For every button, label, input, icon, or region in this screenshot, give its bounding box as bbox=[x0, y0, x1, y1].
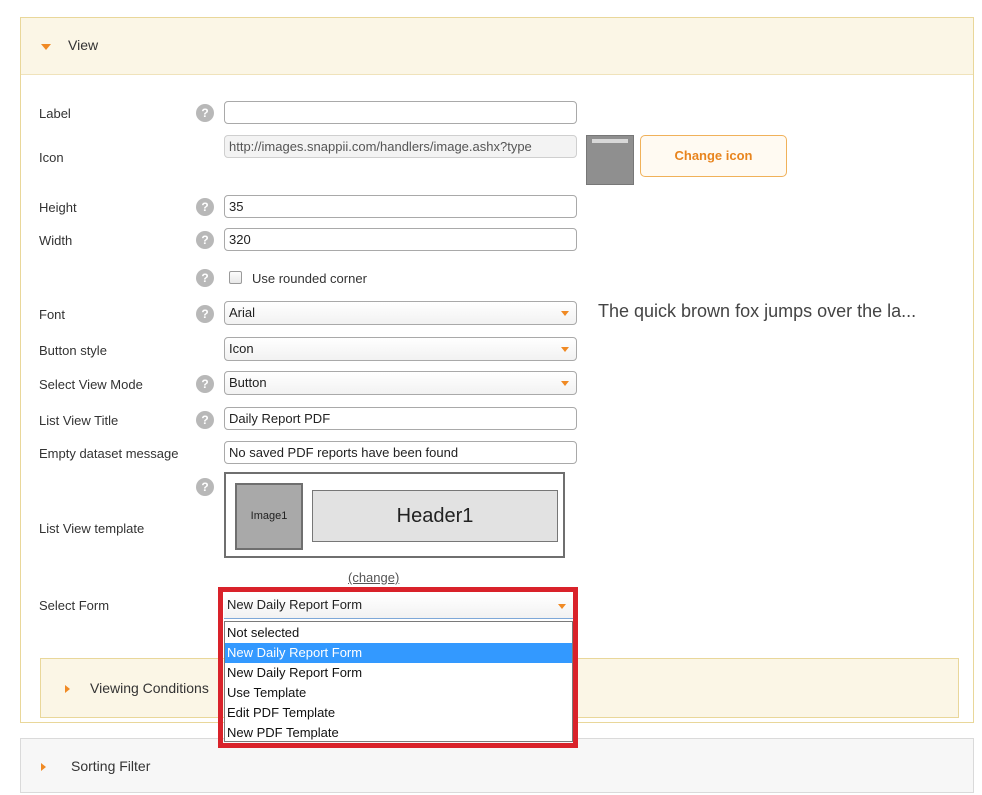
help-icon[interactable]: ? bbox=[196, 375, 214, 393]
sorting-filter-title: Sorting Filter bbox=[71, 758, 151, 774]
help-icon[interactable]: ? bbox=[196, 411, 214, 429]
chevron-right-icon bbox=[65, 685, 70, 693]
font-select-value: Arial bbox=[229, 305, 256, 320]
view-mode-select-value: Button bbox=[229, 375, 267, 390]
help-icon[interactable]: ? bbox=[196, 305, 214, 323]
list-view-title-input[interactable]: Daily Report PDF bbox=[224, 407, 577, 430]
label-field-label: Label bbox=[39, 106, 71, 121]
view-section-header[interactable]: View bbox=[21, 18, 973, 75]
view-mode-field-label: Select View Mode bbox=[39, 377, 143, 392]
chevron-down-icon bbox=[41, 44, 51, 50]
help-icon[interactable]: ? bbox=[196, 231, 214, 249]
label-input[interactable] bbox=[224, 101, 577, 124]
button-style-select[interactable]: Icon bbox=[224, 337, 577, 361]
list-view-template-field-label: List View template bbox=[39, 521, 145, 536]
change-template-link[interactable]: (change) bbox=[348, 570, 399, 585]
help-icon[interactable]: ? bbox=[196, 198, 214, 216]
change-icon-button[interactable]: Change icon bbox=[640, 135, 787, 177]
list-view-template-preview[interactable]: Image1 Header1 bbox=[224, 472, 565, 558]
font-preview-text: The quick brown fox jumps over the la... bbox=[598, 301, 917, 321]
view-section-title: View bbox=[68, 37, 99, 53]
highlight-frame bbox=[218, 587, 578, 748]
height-input[interactable]: 35 bbox=[224, 195, 577, 218]
icon-url-input[interactable]: http://images.snappii.com/handlers/image… bbox=[224, 135, 577, 158]
empty-dataset-field-label: Empty dataset message bbox=[39, 446, 179, 461]
height-field-label: Height bbox=[39, 200, 77, 215]
empty-dataset-input[interactable]: No saved PDF reports have been found bbox=[224, 441, 577, 464]
rounded-corner-label: Use rounded corner bbox=[252, 271, 367, 286]
chevron-down-icon bbox=[561, 347, 569, 352]
help-icon[interactable]: ? bbox=[196, 104, 214, 122]
viewing-conditions-title: Viewing Conditions bbox=[90, 680, 209, 696]
icon-field-label: Icon bbox=[39, 150, 64, 165]
width-input[interactable]: 320 bbox=[224, 228, 577, 251]
help-icon[interactable]: ? bbox=[196, 478, 214, 496]
chevron-down-icon bbox=[561, 381, 569, 386]
help-icon[interactable]: ? bbox=[196, 269, 214, 287]
select-form-field-label: Select Form bbox=[39, 598, 110, 613]
button-style-field-label: Button style bbox=[39, 343, 107, 358]
view-mode-select[interactable]: Button bbox=[224, 371, 577, 395]
template-header-placeholder: Header1 bbox=[312, 490, 558, 542]
rounded-corner-checkbox[interactable] bbox=[229, 271, 242, 284]
template-image-placeholder: Image1 bbox=[235, 483, 303, 550]
width-field-label: Width bbox=[39, 233, 73, 248]
font-field-label: Font bbox=[39, 307, 66, 322]
icon-preview-image bbox=[586, 135, 634, 185]
font-select[interactable]: Arial bbox=[224, 301, 577, 325]
button-style-select-value: Icon bbox=[229, 341, 254, 356]
list-view-title-field-label: List View Title bbox=[39, 413, 119, 428]
chevron-right-icon bbox=[41, 763, 46, 771]
chevron-down-icon bbox=[561, 311, 569, 316]
